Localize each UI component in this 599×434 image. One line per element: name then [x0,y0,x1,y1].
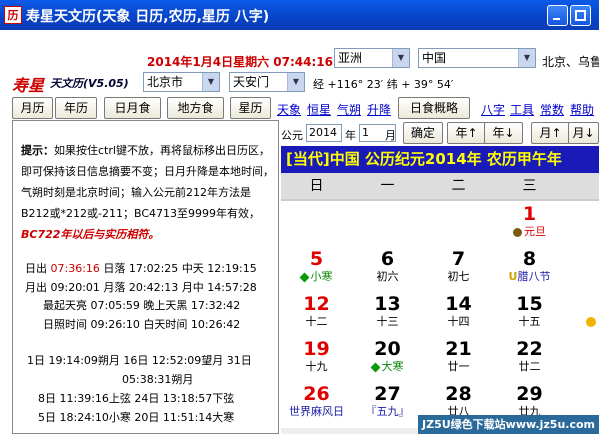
maximize-button[interactable] [570,5,591,26]
tab-eclipses[interactable]: 日月食 [104,97,161,119]
weekday-tue: 二 [451,178,466,194]
info-panel: 提示：如果按住ctrl键不放，再将鼠标移出日历区，即可保持该日信息摘要不变；日月… [12,120,279,434]
prev-month-button[interactable]: 月↑ [531,122,570,144]
district-select[interactable]: 天安门 ▼ [229,72,305,92]
prev-year-button[interactable]: 年↑ [447,122,486,144]
day-cell[interactable]: 8 U腊八节 [494,248,565,284]
tips-text: 提示：如果按住ctrl键不放，再将鼠标移出日历区，即可保持该日信息摘要不变；日月… [21,140,277,245]
day-cell[interactable]: 15 十五 [494,293,565,329]
next-month-button[interactable]: 月↓ [568,122,599,144]
moon-phase-row-1: 1日 19:14:09朔月 16日 12:52:09望月 31日 [27,354,252,367]
city-list-text: 北京、乌鲁 [542,55,599,69]
day-cell[interactable]: 20 大寒 [352,338,423,374]
link-stars[interactable]: 恒星 [307,101,331,118]
city-select[interactable]: 北京市 ▼ [143,72,220,92]
sunrise-row: 日出 07:36:16 日落 17:02:25 中天 12:19:15 [25,262,257,275]
year-input[interactable]: 2014 [306,124,342,142]
day-cell[interactable]: 26 世界麻风日 [281,383,352,419]
link-constants[interactable]: 常数 [540,101,564,118]
day-cell[interactable]: 28 廿八 [423,383,494,419]
link-help[interactable]: 帮助 [570,101,594,118]
link-celestial-events[interactable]: 天象 [277,101,301,118]
country-select[interactable]: 中国 ▼ [418,48,536,68]
full-moon-icon [586,317,596,327]
quarter-phase-row: 8日 11:39:16上弦 24日 13:18:57下弦 [38,392,235,405]
month-label: 月 [385,129,396,142]
weekday-wed: 三 [522,178,537,194]
tips-body: 如果按住ctrl键不放，再将鼠标移出日历区，即可保持该日信息摘要不变；日月升降是… [21,144,274,220]
day-cell[interactable]: 5 小寒 [281,248,352,284]
chevron-down-icon: ▼ [202,73,219,91]
solar-term-icon [370,362,380,372]
twilight-row: 最起天亮 07:05:59 晚上天黑 17:32:42 [43,299,241,312]
tips-label: 提示： [21,144,54,157]
window-title: 寿星天文历(天象 日历,农历,星历 八字) [26,9,270,25]
day-cell[interactable]: 6 初六 [352,248,423,284]
day-cell[interactable]: 1 元旦 [494,203,565,239]
weekday-sun: 日 [309,178,324,194]
app-logo: 寿星 [12,76,45,95]
chevron-down-icon: ▼ [392,49,409,67]
day-cell[interactable]: 27 『五九』 [352,383,423,419]
chevron-down-icon: ▼ [287,73,304,91]
link-bazi[interactable]: 八字 [481,101,505,118]
day-cell[interactable]: 14 十四 [423,293,494,329]
day-cell[interactable]: 12 十二 [281,293,352,329]
weekday-mon: 一 [380,178,395,194]
tips-warning: BC722年以后与实历相符。 [21,228,160,241]
eclipse-overview-button[interactable]: 日食概略 [398,97,470,119]
link-tools[interactable]: 工具 [510,101,534,118]
daylight-row: 日照时间 09:26:10 白天时间 10:26:42 [43,318,241,331]
current-datetime: 2014年1月4日星期六 07:44:16 [147,55,333,69]
moon-phase-icon [513,227,522,237]
link-rise-set[interactable]: 升降 [367,101,391,118]
weekday-header: 日 一 二 三 [281,173,599,200]
solar-term-row: 5日 18:24:10小寒 20日 11:51:14大寒 [38,411,235,424]
coordinates-text: 经 +116° 23′ 纬 + 39° 54′ [313,78,454,91]
tab-ephemeris[interactable]: 星历 [230,97,271,119]
status-strip [281,428,418,434]
day-cell[interactable]: 22 廿二 [494,338,565,374]
calendar-header: [当代]中国 公历纪元2014年 农历甲午年 [281,146,599,173]
tab-local-eclipse[interactable]: 地方食 [167,97,224,119]
moonrise-row: 月出 09:20:01 月落 20:42:13 月中 14:57:28 [25,281,257,294]
region-select[interactable]: 亚洲 ▼ [334,48,410,68]
app-icon: 历 [4,6,22,24]
tab-monthly-calendar[interactable]: 月历 [12,97,53,119]
chevron-down-icon: ▼ [518,49,535,67]
day-cell[interactable]: 21 廿一 [423,338,494,374]
day-cell[interactable]: 7 初七 [423,248,494,284]
confirm-button[interactable]: 确定 [403,122,443,144]
era-label: 公元 [281,129,303,142]
divider [281,199,599,201]
day-cell[interactable]: 29 廿九 [494,383,565,419]
day-cell[interactable]: 19 十九 [281,338,352,374]
day-cell[interactable]: 13 十三 [352,293,423,329]
moon-phase-row-2: 05:38:31朔月 [122,373,194,386]
watermark: JZ5U绿色下载站www.jz5u.com [418,415,599,434]
minimize-button[interactable] [547,5,568,26]
year-label: 年 [345,129,356,142]
app-version: 天文历(V5.05) [50,77,129,90]
next-year-button[interactable]: 年↓ [484,122,523,144]
solar-term-icon [299,272,309,282]
tab-yearly-calendar[interactable]: 年历 [55,97,97,119]
link-solar-terms[interactable]: 气朔 [337,101,361,118]
